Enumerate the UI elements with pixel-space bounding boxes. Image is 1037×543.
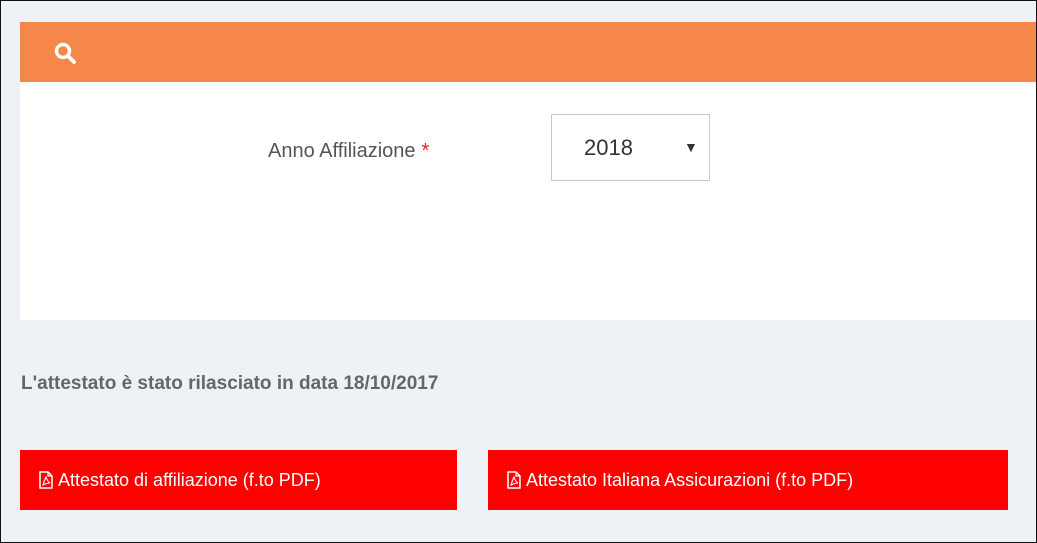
insurance-certificate-pdf-label: Attestato Italiana Assicurazioni (f.to P… [526,469,854,490]
filter-panel-header [20,22,1036,82]
filter-panel: Anno Affiliazione * 2018 ▼ [20,22,1036,320]
search-icon[interactable] [53,41,77,65]
year-field-label: Anno Affiliazione * [268,140,429,163]
file-pdf-icon [507,471,521,489]
year-field-label-text: Anno Affiliazione [268,140,416,162]
year-select[interactable]: 2018 ▼ [551,114,710,181]
insurance-certificate-pdf-button[interactable]: Attestato Italiana Assicurazioni (f.to P… [488,450,1008,510]
year-select-value: 2018 [584,135,633,160]
affiliation-certificate-pdf-button[interactable]: Attestato di affiliazione (f.to PDF) [20,450,457,510]
chevron-down-icon: ▼ [684,139,698,155]
required-marker: * [421,140,430,162]
page-frame: Anno Affiliazione * 2018 ▼ L'attestato è … [0,0,1037,543]
issue-date-notice: L'attestato è stato rilasciato in data 1… [21,373,439,394]
file-pdf-icon [39,471,53,489]
affiliation-certificate-pdf-label: Attestato di affiliazione (f.to PDF) [58,469,321,490]
